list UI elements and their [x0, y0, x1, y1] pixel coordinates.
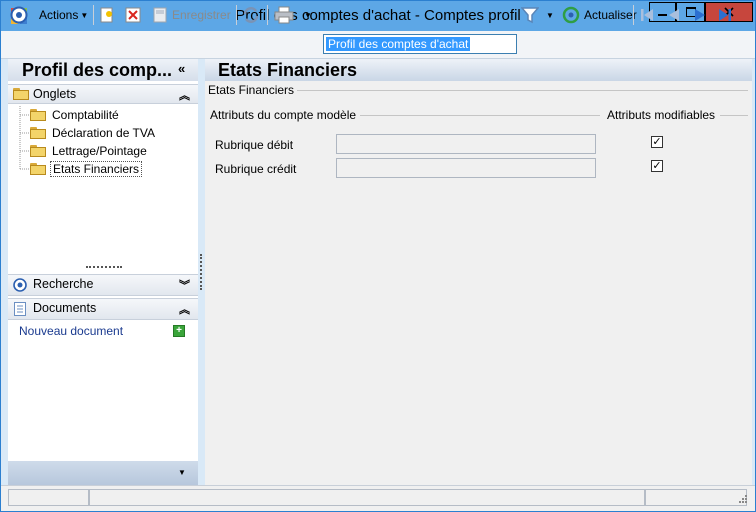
filter-dropdown-arrow-icon: ▼: [546, 10, 554, 20]
group-label: Etats Financiers: [208, 83, 298, 97]
new-document-icon: [100, 7, 113, 23]
navigation-circle-button[interactable]: [10, 5, 28, 25]
filter-dropdown-button[interactable]: ▼: [546, 5, 554, 25]
recherche-section-header[interactable]: Recherche ︾: [8, 274, 198, 296]
rubrique-debit-label: Rubrique débit: [215, 138, 294, 152]
main-content-pane: Etats Financiers Etats Financiers Attrib…: [205, 59, 752, 485]
search-input-value: Profil des comptes d'achat: [326, 37, 471, 51]
sync-icon: [243, 7, 259, 23]
onglets-label: Onglets: [33, 87, 77, 101]
rubrique-credit-field[interactable]: [336, 158, 596, 178]
onglets-section-header[interactable]: Onglets ︽: [8, 84, 198, 104]
save-icon: [153, 7, 167, 23]
folder-icon: [30, 144, 46, 157]
page-title: Etats Financiers: [218, 60, 358, 80]
expand-chevron-icon[interactable]: ︾: [179, 277, 190, 293]
collapse-chevron-icon[interactable]: ︽: [179, 301, 190, 317]
refresh-icon: [562, 6, 580, 24]
first-record-icon: [641, 9, 653, 21]
document-icon: [14, 302, 26, 316]
editable-attributes-label: Attributs modifiables: [605, 108, 716, 122]
attrs-line: [360, 115, 600, 116]
group-line: [289, 90, 748, 91]
application-window: Profil des comptes d'achat - Comptes pro…: [0, 0, 756, 512]
last-record-icon: [719, 9, 731, 21]
resize-grip-icon[interactable]: [736, 494, 748, 506]
tree-item-lettrage-pointage[interactable]: Lettrage/Pointage: [30, 142, 147, 159]
documents-section-header[interactable]: Documents ︽: [8, 298, 198, 320]
collapse-chevron-icon[interactable]: ︽: [179, 87, 190, 103]
toolbar-separator: [633, 5, 634, 25]
add-document-button[interactable]: +: [173, 325, 185, 337]
status-cell: [89, 489, 645, 506]
delete-icon: [125, 7, 141, 23]
new-document-link[interactable]: Nouveau document: [19, 324, 123, 338]
vertical-splitter-grip[interactable]: [200, 254, 204, 290]
tree-item-etats-financiers[interactable]: Etats Financiers: [30, 160, 143, 177]
toolbar-separator: [236, 5, 237, 25]
search-input[interactable]: Profil des comptes d'achat: [323, 34, 517, 54]
navigation-pane-header: Profil des comp... «: [8, 59, 198, 81]
rubrique-debit-field[interactable]: [336, 134, 596, 154]
filter-button[interactable]: [521, 5, 539, 25]
status-cell: [645, 489, 747, 506]
pane-footer: ▼: [8, 461, 198, 485]
main-header: Etats Financiers: [205, 59, 752, 81]
tree-item-label: Comptabilité: [52, 107, 119, 122]
folder-icon: [13, 88, 29, 100]
open-folder-icon: [30, 162, 46, 175]
recherche-label: Recherche: [33, 277, 94, 291]
print-button[interactable]: ▼: [274, 5, 312, 25]
collapse-pane-button[interactable]: «: [178, 61, 185, 76]
search-target-icon: [13, 278, 27, 292]
filter-funnel-icon: [521, 7, 539, 24]
rubrique-debit-checkbox[interactable]: ✓: [651, 136, 663, 148]
next-record-icon: [695, 9, 705, 21]
printer-icon: [274, 6, 294, 24]
model-attributes-label: Attributs du compte modèle: [210, 108, 359, 122]
toolbar-separator: [93, 5, 94, 25]
folder-icon: [30, 108, 46, 121]
documents-label: Documents: [33, 301, 97, 315]
editable-line: [720, 115, 748, 116]
tree-item-declaration-tva[interactable]: Déclaration de TVA: [30, 124, 155, 141]
navigation-pane: Profil des comp... « Onglets ︽ Comptabil…: [8, 59, 198, 485]
pane-splitter-grip[interactable]: [86, 266, 122, 271]
folder-icon: [30, 126, 46, 139]
circle-target-icon: [10, 6, 28, 24]
save-button[interactable]: Enregistrer: [152, 5, 231, 25]
status-bar: [1, 485, 755, 511]
rubrique-credit-label: Rubrique crédit: [215, 162, 297, 176]
first-record-button[interactable]: [639, 5, 655, 25]
sync-button[interactable]: [242, 5, 260, 25]
refresh-label: Actualiser: [584, 8, 637, 22]
status-cell: [8, 489, 89, 506]
next-record-button[interactable]: [692, 5, 708, 25]
print-dropdown-arrow-icon: ▼: [304, 10, 312, 20]
rubrique-credit-checkbox[interactable]: ✓: [651, 160, 663, 172]
actions-label: Actions: [39, 8, 79, 22]
footer-dropdown-icon[interactable]: ▼: [178, 468, 186, 477]
save-label: Enregistrer: [172, 8, 231, 22]
tree-item-label: Déclaration de TVA: [52, 125, 155, 140]
delete-button[interactable]: [125, 5, 141, 25]
new-record-button[interactable]: [99, 5, 115, 25]
previous-record-icon: [669, 9, 679, 21]
refresh-button[interactable]: Actualiser: [562, 5, 637, 25]
navigation-pane-title: Profil des comp...: [22, 60, 173, 80]
last-record-button[interactable]: [717, 5, 733, 25]
tree-item-comptabilite[interactable]: Comptabilité: [30, 106, 119, 123]
tree-item-label: Lettrage/Pointage: [52, 143, 147, 158]
actions-menu-button[interactable]: Actions ▼: [39, 5, 88, 25]
previous-record-button[interactable]: [666, 5, 682, 25]
tree-item-label: Etats Financiers: [50, 160, 143, 177]
checkmark-icon: ✓: [652, 160, 662, 172]
dropdown-arrow-icon: ▼: [80, 10, 89, 20]
toolbar-separator: [267, 5, 268, 25]
checkmark-icon: ✓: [652, 136, 662, 148]
